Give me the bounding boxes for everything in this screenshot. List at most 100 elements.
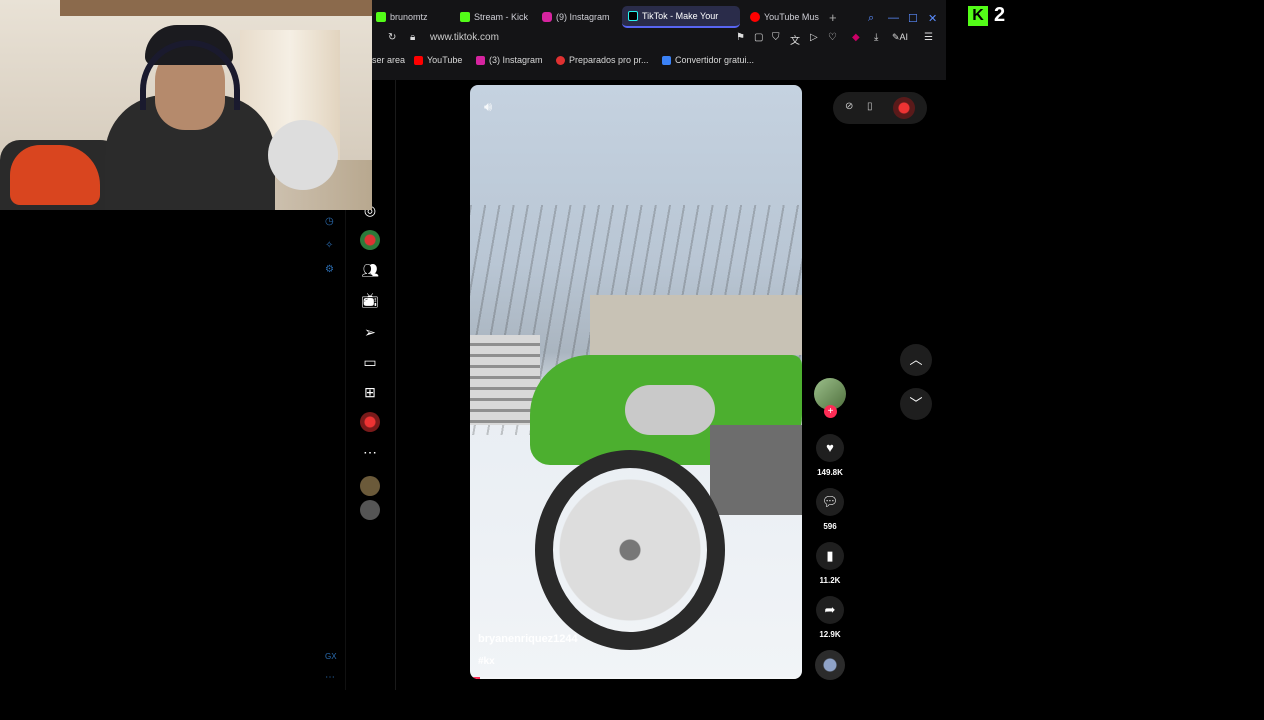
bookmark-youtube[interactable]: YouTube — [414, 55, 462, 65]
video-progress-bar[interactable] — [470, 677, 802, 679]
bookmark-preparados[interactable]: Preparados pro pr... — [556, 55, 649, 65]
bookmark-icon[interactable]: ⚑ — [736, 32, 745, 43]
video-frame-engine — [710, 425, 802, 515]
tab-stream-kick[interactable]: Stream - Kick — [460, 6, 532, 28]
profile-avatar-icon[interactable] — [893, 97, 915, 119]
bookmark-label: Convertidor gratui... — [675, 55, 755, 65]
menu-icon[interactable]: ☰ — [924, 32, 933, 43]
lock-icon[interactable]: 🔒︎ — [410, 32, 415, 43]
tab-instagram[interactable]: (9) Instagram — [542, 6, 618, 28]
ai-icon[interactable]: ✎AI — [892, 32, 908, 43]
tab-label: Stream - Kick — [474, 12, 529, 22]
webcam-ceiling — [60, 0, 372, 16]
video-frame-exhaust — [625, 385, 715, 435]
bookmark-label: Preparados pro pr... — [569, 55, 649, 65]
shield-icon[interactable]: ⛉ — [772, 32, 780, 43]
coins-icon[interactable]: ⊘ — [845, 101, 853, 112]
bookmark-instagram[interactable]: (3) Instagram — [476, 55, 543, 65]
snapshot-icon[interactable]: ▢ — [754, 32, 763, 43]
previous-video-button[interactable]: ︿ — [900, 344, 932, 376]
bookmark-icon[interactable]: ▮ — [816, 542, 844, 570]
tab-label: (9) Instagram — [556, 12, 610, 22]
bookmark-item[interactable]: ser area — [372, 55, 405, 65]
minimize-icon[interactable]: — — [888, 12, 899, 24]
video-username[interactable]: bryanenriquez1244 — [478, 633, 578, 645]
like-action[interactable]: ♥ 149.8K — [812, 434, 848, 477]
share-action[interactable]: ➦ 12.9K — [812, 596, 848, 639]
settings-icon[interactable]: ⚙ — [325, 264, 334, 275]
bookmark-label: (3) Instagram — [489, 55, 543, 65]
comment-action[interactable]: 💬︎ 596 — [812, 488, 848, 531]
action-column: + ♥ 149.8K 💬︎ 596 ▮ 11.2K ➦ 12.9K — [812, 378, 848, 639]
upload-icon[interactable]: ⊞ — [360, 382, 380, 402]
reload-icon[interactable]: ↻ — [388, 32, 396, 43]
music-disc-icon[interactable] — [815, 650, 845, 680]
gx-label: GX — [325, 652, 337, 661]
kick-icon — [460, 12, 470, 22]
inbox-icon[interactable]: ▭ — [360, 352, 380, 372]
screen: brunomtz Stream - Kick (9) Instagram Tik… — [0, 0, 1264, 720]
kick-number: 2 — [994, 4, 1006, 26]
kick-logo-icon: K — [968, 5, 988, 26]
microphone-icon — [268, 120, 338, 190]
heart-icon[interactable]: ♥ — [816, 434, 844, 462]
video-progress-fill — [470, 677, 480, 679]
save-count: 11.2K — [819, 576, 841, 585]
following-avatar-icon[interactable] — [360, 476, 380, 496]
live-tv-icon[interactable]: 📺︎ — [360, 290, 380, 310]
webcam-overlay — [0, 0, 372, 210]
url-field[interactable]: www.tiktok.com — [430, 32, 499, 43]
bookmarks-bar: ser area YouTube (3) Instagram Preparado… — [372, 54, 946, 70]
history-icon[interactable]: ◷ — [325, 216, 334, 227]
following-icon[interactable]: 👥︎ — [360, 260, 380, 280]
bookmark-convertidor[interactable]: Convertidor gratui... — [662, 55, 754, 65]
following-avatar-icon[interactable] — [360, 500, 380, 520]
youtube-icon — [414, 55, 423, 65]
kick-badge: K 2 — [968, 4, 1005, 27]
download-icon[interactable]: ⤓ — [874, 32, 878, 43]
tab-bar: brunomtz Stream - Kick (9) Instagram Tik… — [372, 4, 946, 28]
bookmark-label: ser area — [372, 55, 406, 65]
video-player[interactable]: 🔊︎ bryanenriquez1244 #kx — [470, 85, 802, 679]
tab-tiktok[interactable]: TikTok - Make Your — [622, 6, 740, 28]
video-hashtag[interactable]: #kx — [478, 656, 495, 667]
opera-sidebar: ◷ ✧ ⚙ GX ⋯ — [314, 210, 346, 690]
volume-icon[interactable]: 🔊︎ — [484, 99, 492, 115]
messages-icon[interactable]: ➢ — [360, 322, 380, 342]
live-avatar-icon[interactable] — [360, 230, 380, 250]
share-icon[interactable]: ➦ — [816, 596, 844, 624]
play-icon[interactable]: ▷ — [810, 32, 818, 43]
creator-avatar[interactable]: + — [814, 378, 846, 418]
video-frame-house — [590, 295, 802, 355]
translate-icon[interactable]: 文 — [790, 32, 800, 47]
new-tab-button[interactable]: + — [829, 10, 837, 25]
next-video-button[interactable]: ﹀ — [900, 388, 932, 420]
comment-icon[interactable]: 💬︎ — [816, 488, 844, 516]
tab-youtube-music[interactable]: YouTube Mus — [750, 6, 822, 28]
comment-count: 596 — [823, 522, 837, 531]
follow-plus-icon[interactable]: + — [824, 405, 837, 418]
tab-label: YouTube Mus — [764, 12, 819, 22]
more-icon[interactable]: ⋯ — [360, 442, 380, 462]
tab-label: brunomtz — [390, 12, 428, 22]
maximize-icon[interactable]: ☐ — [908, 12, 918, 25]
extension-icon[interactable]: ◆ — [852, 32, 860, 43]
site-icon — [556, 55, 565, 65]
tiktok-icon — [628, 11, 638, 21]
search-tabs-icon[interactable]: ⌕ — [868, 12, 874, 25]
like-count: 149.8K — [817, 468, 843, 477]
profile-avatar-icon[interactable] — [360, 412, 380, 432]
save-action[interactable]: ▮ 11.2K — [812, 542, 848, 585]
heart-icon[interactable]: ♡ — [828, 32, 837, 43]
instagram-icon — [542, 12, 552, 22]
extensions-icon[interactable]: ✧ — [325, 240, 333, 251]
more-icon[interactable]: ⋯ — [325, 672, 335, 683]
kick-icon — [376, 12, 386, 22]
device-icon[interactable]: ▯ — [867, 101, 873, 112]
browser-chrome: brunomtz Stream - Kick (9) Instagram Tik… — [372, 0, 946, 80]
close-icon[interactable]: ✕ — [928, 12, 937, 25]
video-frame-wheel — [535, 450, 725, 650]
top-floating-bar: ⊘ ▯ — [833, 92, 927, 124]
tab-brunomtz[interactable]: brunomtz — [376, 6, 454, 28]
instagram-icon — [476, 55, 485, 65]
